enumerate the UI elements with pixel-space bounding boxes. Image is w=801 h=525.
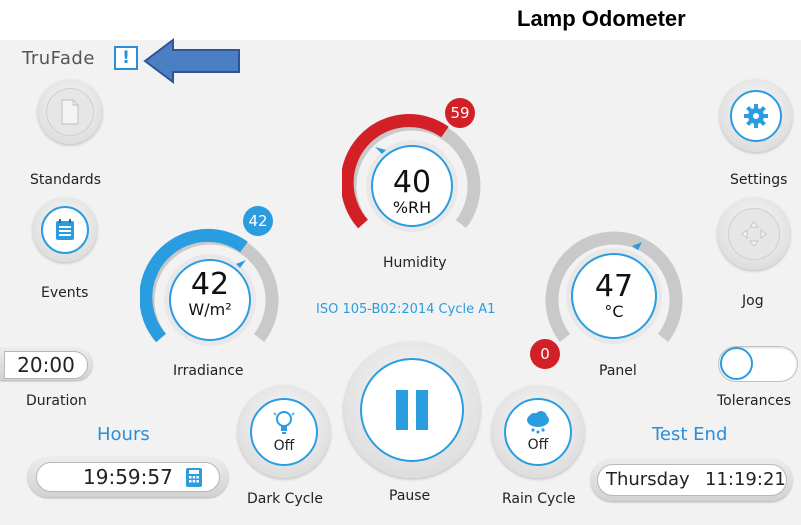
page-heading: Lamp Odometer <box>517 6 686 31</box>
dark-cycle-button[interactable]: Off <box>238 386 330 478</box>
pause-button[interactable] <box>344 342 480 478</box>
dark-cycle-label: Dark Cycle <box>247 491 323 507</box>
move-arrows-icon <box>741 221 767 247</box>
tolerances-toggle[interactable] <box>718 346 798 382</box>
tolerances-label: Tolerances <box>717 393 792 409</box>
rain-cycle-button[interactable]: Off <box>492 386 584 478</box>
irradiance-label: Irradiance <box>173 363 244 379</box>
lightbulb-icon <box>273 411 295 434</box>
test-end-field: Thursday 11:19:21 <box>597 464 787 496</box>
calculator-icon <box>186 468 202 487</box>
hours-value: 19:59:57 <box>83 465 173 489</box>
cycle-name: ISO 105-B02:2014 Cycle A1 <box>316 302 496 317</box>
settings-label: Settings <box>730 172 788 188</box>
jog-label: Jog <box>742 293 764 309</box>
arrow-left-icon <box>143 38 240 84</box>
humidity-unit: %RH <box>392 198 432 217</box>
duration-value: 20:00 <box>17 353 75 377</box>
gear-icon <box>744 104 768 128</box>
panel-value: 47 <box>594 269 634 304</box>
settings-button[interactable] <box>720 80 792 152</box>
rain-cycle-label: Rain Cycle <box>502 491 576 507</box>
irradiance-readout: 42 W/m² <box>170 267 250 320</box>
hours-title: Hours <box>97 424 150 445</box>
toggle-knob <box>720 347 753 380</box>
pause-label: Pause <box>389 488 431 504</box>
duration-field[interactable]: 20:00 <box>4 351 88 379</box>
brand-logo: TruFade <box>22 48 95 69</box>
rain-cloud-icon <box>527 411 549 434</box>
events-button[interactable] <box>33 198 97 262</box>
test-end-title: Test End <box>652 424 728 445</box>
panel-setpoint-badge[interactable]: 0 <box>530 339 560 369</box>
rain-cycle-state: Off <box>527 437 549 453</box>
test-end-time: 11:19:21 <box>705 469 786 490</box>
humidity-value: 40 <box>392 165 432 200</box>
alert-icon[interactable]: ! <box>114 46 138 70</box>
events-label: Events <box>41 285 89 301</box>
irradiance-unit: W/m² <box>188 300 232 319</box>
pause-icon <box>396 390 428 430</box>
panel-label: Panel <box>599 363 637 379</box>
document-icon <box>61 99 79 125</box>
irradiance-value: 42 <box>190 267 230 302</box>
calendar-list-icon <box>56 219 74 240</box>
humidity-label: Humidity <box>383 255 447 271</box>
humidity-setpoint-badge[interactable]: 59 <box>445 98 475 128</box>
panel-readout: 47 °C <box>574 269 654 322</box>
panel-unit: °C <box>604 302 624 321</box>
irradiance-setpoint-badge[interactable]: 42 <box>243 206 273 236</box>
jog-button[interactable] <box>718 198 790 270</box>
hours-field[interactable]: 19:59:57 <box>36 462 220 492</box>
standards-label: Standards <box>30 172 101 188</box>
humidity-readout: 40 %RH <box>372 165 452 218</box>
duration-label: Duration <box>26 393 87 409</box>
dark-cycle-state: Off <box>273 438 295 454</box>
test-end-day: Thursday <box>606 469 690 490</box>
standards-button[interactable] <box>38 80 102 144</box>
